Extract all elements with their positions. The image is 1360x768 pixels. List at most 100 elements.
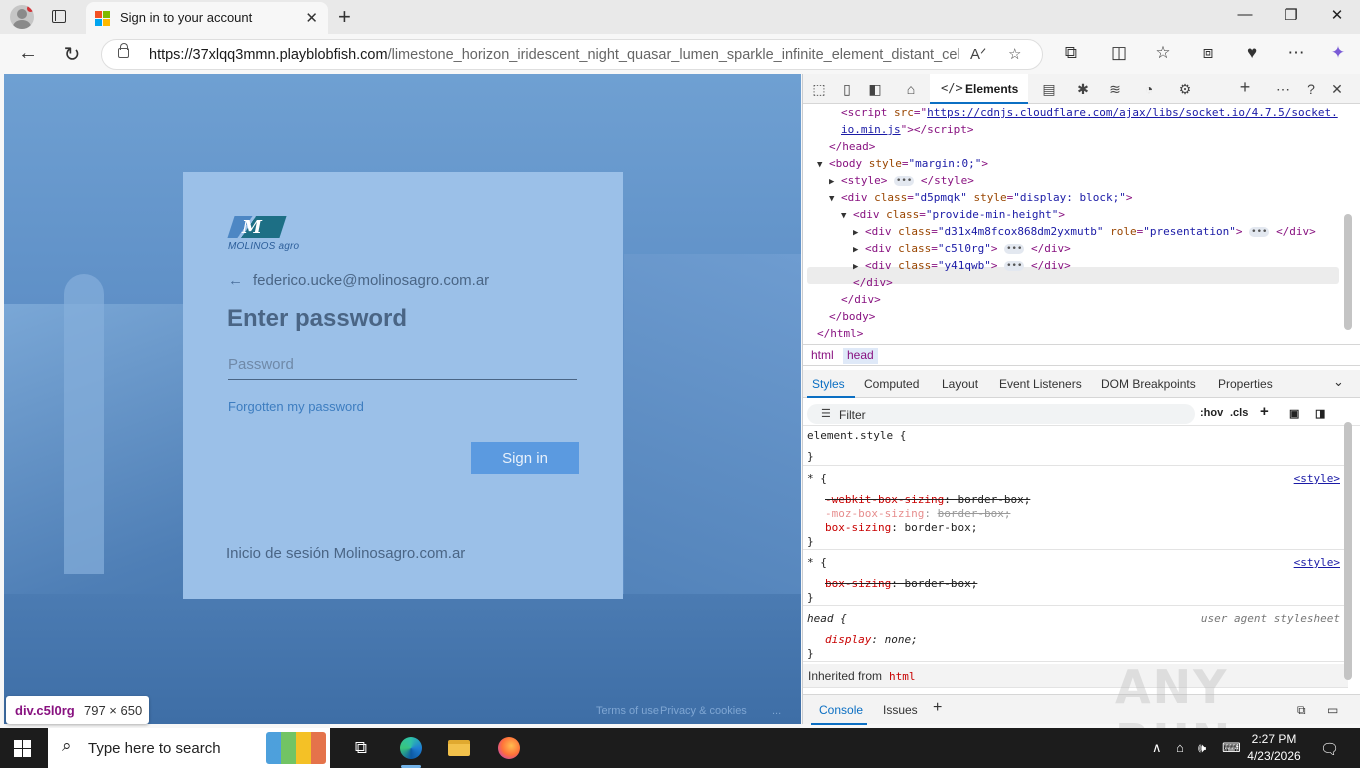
more-menu-icon[interactable]: ⋯: [1284, 43, 1308, 63]
styles-filter-input[interactable]: ☰ Filter: [807, 404, 1195, 424]
rule-prop-webkit[interactable]: -webkit-box-sizing: border-box;: [825, 493, 1030, 507]
tab-issues[interactable]: Issues: [883, 703, 918, 717]
file-explorer-icon[interactable]: [445, 734, 473, 762]
tab-elements[interactable]: </> Elements: [930, 74, 1028, 104]
address-bar[interactable]: https://37xlqq3mmn.playblobfish.com/lime…: [101, 39, 1043, 70]
breadcrumb-head[interactable]: head: [843, 348, 878, 364]
tab-close-icon[interactable]: ✕: [305, 9, 318, 27]
inspect-element-icon[interactable]: ⬚: [809, 81, 829, 98]
toggle-sidebar-icon[interactable]: ◨: [1315, 407, 1325, 420]
dom-node-head-close[interactable]: </head>: [829, 138, 875, 155]
ellipsis-icon[interactable]: •••: [1249, 227, 1270, 237]
tray-chevron-up-icon[interactable]: ∧: [1152, 740, 1162, 756]
tab-styles[interactable]: Styles: [812, 377, 845, 391]
rule-prop-display[interactable]: display: none;: [825, 633, 918, 647]
back-arrow-icon[interactable]: ←: [228, 272, 243, 289]
dom-node-div-close[interactable]: </div>: [853, 274, 893, 291]
rule-selector[interactable]: * {: [807, 472, 827, 486]
welcome-home-icon[interactable]: ⌂: [901, 81, 921, 97]
styles-scrollbar[interactable]: [1344, 422, 1352, 680]
rule-prop-moz[interactable]: -moz-box-sizing: border-box;: [825, 507, 1010, 521]
privacy-link[interactable]: Privacy & cookies: [660, 705, 747, 717]
expand-triangle-icon[interactable]: ▼: [841, 208, 853, 225]
inherited-tag[interactable]: html: [889, 670, 916, 683]
tab-event-listeners[interactable]: Event Listeners: [999, 377, 1082, 391]
favorite-star-icon[interactable]: ☆: [1008, 45, 1021, 63]
more-options-link[interactable]: ...: [772, 705, 781, 717]
rule-selector[interactable]: head {: [807, 612, 847, 626]
tab-dom-breakpoints[interactable]: DOM Breakpoints: [1101, 377, 1196, 391]
split-screen-icon[interactable]: ◫: [1107, 43, 1131, 63]
performance-gauge-icon[interactable]: ◔: [1139, 81, 1159, 97]
window-close-icon[interactable]: ✕: [1314, 6, 1360, 24]
profile-avatar-icon[interactable]: [10, 5, 34, 29]
devtools-close-icon[interactable]: ✕: [1327, 81, 1347, 98]
dom-node-div-d31x[interactable]: ▶ <div class="d31x4m8fcox868dm2yxmutb" ro…: [853, 223, 1316, 240]
rule-source-link[interactable]: <style>: [1294, 472, 1340, 485]
devtools-more-icon[interactable]: ⋯: [1273, 81, 1293, 98]
copilot-icon[interactable]: ✦: [1326, 43, 1350, 63]
device-toolbar-icon[interactable]: ▯: [837, 81, 857, 98]
reload-icon[interactable]: ↻: [58, 42, 86, 67]
dom-node-script[interactable]: <script src="https://cdnjs.cloudflare.co…: [841, 104, 1338, 121]
rule-prop-box-sizing-overridden[interactable]: box-sizing: border-box;: [825, 577, 977, 591]
element-state-icon[interactable]: ▣: [1289, 407, 1299, 420]
minimize-icon[interactable]: —: [1222, 6, 1268, 23]
password-input[interactable]: [228, 350, 577, 380]
terms-link[interactable]: Terms of use: [596, 705, 659, 717]
tab-computed[interactable]: Computed: [864, 377, 919, 391]
dom-script-link-end[interactable]: io.min.js: [841, 123, 901, 136]
rule-prop-box-sizing[interactable]: box-sizing: border-box;: [825, 521, 977, 535]
dom-node-div-d5pmqk[interactable]: ▼ <div class="d5pmqk" style="display: blo…: [829, 189, 1132, 206]
extensions-icon[interactable]: ⧉: [1059, 43, 1083, 63]
notifications-icon[interactable]: 🗨: [1320, 740, 1339, 758]
favorites-icon[interactable]: ☆: [1151, 43, 1175, 63]
forgot-password-link[interactable]: Forgotten my password: [228, 399, 364, 414]
expand-triangle-icon[interactable]: ▼: [829, 191, 841, 208]
breadcrumb-html[interactable]: html: [807, 348, 838, 364]
lock-icon[interactable]: [118, 43, 129, 58]
drawer-add-plus-icon[interactable]: +: [933, 699, 942, 717]
browser-tab-active[interactable]: Sign in to your account ✕: [86, 2, 328, 34]
dom-node-body-close[interactable]: </body>: [829, 308, 875, 325]
dom-node-div-c5l0rg[interactable]: ▶ <div class="c5l0rg"> ••• </div>: [853, 240, 1071, 257]
dom-node-div-y41qwb[interactable]: ▶ <div class="y41qwb"> ••• </div>: [853, 257, 1071, 274]
url-text[interactable]: https://37xlqq3mmn.playblobfish.com/lime…: [149, 47, 959, 63]
chevron-down-icon[interactable]: ⌄: [1333, 374, 1344, 390]
back-arrow-icon[interactable]: ←: [14, 42, 42, 65]
restore-icon[interactable]: ❐: [1268, 6, 1314, 24]
tab-properties[interactable]: Properties: [1218, 377, 1273, 391]
dom-node-html-close[interactable]: </html>: [817, 325, 863, 342]
dom-node-div-provide[interactable]: ▼ <div class="provide-min-height">: [841, 206, 1065, 223]
tab-console[interactable]: Console: [819, 703, 863, 717]
console-tab-icon[interactable]: ▤: [1039, 81, 1059, 98]
dom-node-div-close[interactable]: </div>: [841, 291, 881, 308]
rule-source-link[interactable]: <style>: [1294, 556, 1340, 569]
expand-triangle-icon[interactable]: ▼: [817, 157, 829, 174]
ellipsis-icon[interactable]: •••: [893, 176, 915, 186]
network-wifi-icon[interactable]: ≋: [1105, 81, 1125, 98]
dom-node-body[interactable]: ▼ <body style="margin:0;">: [817, 155, 988, 172]
rule-selector[interactable]: * {: [807, 556, 827, 570]
settings-gear-icon[interactable]: ⚙: [1175, 81, 1195, 98]
new-rule-plus-icon[interactable]: +: [1260, 403, 1269, 420]
add-tool-plus-icon[interactable]: +: [1235, 77, 1255, 98]
rule-selector[interactable]: element.style {: [807, 429, 906, 443]
taskbar-clock[interactable]: 2:27 PM 4/23/2026: [1244, 731, 1304, 765]
taskbar-search[interactable]: ⌕ Type here to search: [48, 728, 330, 768]
collections-icon[interactable]: ⧈: [1196, 43, 1220, 63]
edge-browser-icon[interactable]: [397, 734, 425, 768]
dom-node-script-cont[interactable]: io.min.js"></script>: [841, 121, 973, 138]
help-icon[interactable]: ?: [1301, 81, 1321, 97]
dom-tree-scrollbar[interactable]: [1344, 214, 1352, 330]
dom-node-style[interactable]: ▶ <style> ••• </style>: [829, 172, 974, 189]
ellipsis-icon[interactable]: •••: [1004, 261, 1025, 271]
class-toggle[interactable]: .cls: [1230, 407, 1248, 419]
dock-side-icon[interactable]: ◧: [865, 81, 885, 98]
ellipsis-icon[interactable]: •••: [1004, 244, 1025, 254]
volume-icon[interactable]: 🕪: [1198, 740, 1206, 756]
tab-actions-icon[interactable]: [52, 10, 66, 23]
input-language-icon[interactable]: ⌨: [1222, 740, 1241, 756]
new-tab-button[interactable]: +: [338, 4, 351, 30]
sources-bug-icon[interactable]: ✱: [1073, 81, 1093, 98]
